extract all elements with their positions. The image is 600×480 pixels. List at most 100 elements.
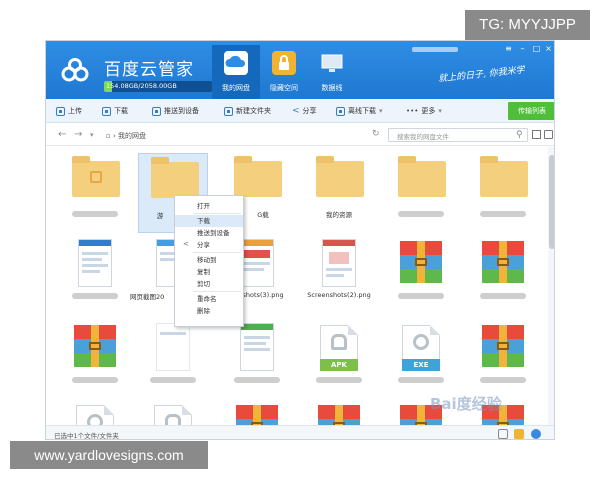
notification-icon[interactable] (514, 429, 524, 439)
tab-hidden-space[interactable]: 隐藏空间 (260, 45, 308, 99)
tab-label: 数据线 (321, 84, 343, 92)
image-thumbnail (322, 239, 356, 287)
folder-item[interactable] (386, 153, 456, 233)
menu-icon[interactable]: ≡ (504, 45, 513, 53)
close-icon[interactable]: × (544, 45, 553, 53)
user-area-blurred[interactable] (406, 45, 551, 57)
image-file-item[interactable] (138, 319, 208, 399)
image-thumbnail (240, 239, 274, 287)
list-view-icon[interactable] (532, 130, 541, 139)
rar-archive-icon (400, 241, 442, 283)
image-thumbnail (78, 239, 112, 287)
search-input[interactable]: 搜索我的网盘文件 ⚲ (388, 128, 528, 142)
download-button[interactable]: 下载 (102, 104, 128, 118)
menu-item-copy[interactable]: 复制 (175, 266, 243, 278)
blurred-caption (72, 377, 118, 383)
offline-download-button[interactable]: 离线下载 ▾ (336, 104, 383, 118)
image-file-item[interactable] (222, 319, 292, 399)
apk-file-item[interactable]: APK (304, 319, 374, 399)
new-folder-icon (224, 106, 233, 116)
file-item[interactable] (138, 399, 208, 425)
exe-file-item[interactable]: EXE (386, 319, 456, 399)
file-item[interactable] (60, 399, 130, 425)
upload-label: 上传 (68, 107, 82, 115)
breadcrumb-item[interactable]: 我的网盘 (118, 132, 146, 140)
more-icon: ••• (406, 107, 419, 115)
image-thumbnail (240, 323, 274, 371)
menu-item-push-to-device[interactable]: 推送到设备 (175, 227, 243, 239)
toolbar: 上传 下载 推送到设备 新建文件夹 < 分享 离线下载 ▾ ••• 更多 ▾ 传输列表 (46, 99, 554, 123)
breadcrumb[interactable]: ▫ › 我的网盘 (106, 131, 146, 141)
image-thumbnail (156, 323, 190, 371)
grid-view-icon[interactable] (498, 429, 508, 439)
address-bar: ← → ▾ ▫ › 我的网盘 ↻ 搜索我的网盘文件 ⚲ (46, 124, 554, 146)
folder-icon (72, 156, 120, 197)
forward-arrow-icon[interactable]: → (74, 129, 82, 140)
push-to-device-button[interactable]: 推送到设备 (152, 104, 199, 118)
chevron-down-icon: ▾ (438, 107, 442, 115)
dropdown-icon[interactable]: ▾ (90, 131, 94, 139)
image-file-item[interactable]: Screenshots(2).png (304, 235, 374, 315)
blurred-caption (480, 211, 526, 217)
tab-data-cable[interactable]: 数据线 (308, 45, 356, 99)
download-label: 下载 (114, 107, 128, 115)
archive-file-item[interactable] (468, 319, 538, 399)
folder-item[interactable]: 我的资源 (304, 153, 374, 233)
tab-label: 我的网盘 (222, 84, 250, 92)
generic-file-icon (76, 405, 114, 425)
offline-download-icon (336, 106, 345, 116)
menu-item-rename[interactable]: 重命名 (175, 293, 243, 305)
menu-item-download[interactable]: 下载 (175, 215, 243, 227)
menu-item-share[interactable]: 分享 (175, 239, 243, 251)
user-status-icon[interactable] (531, 429, 541, 439)
vertical-scrollbar[interactable] (548, 147, 554, 425)
menu-item-delete[interactable]: 删除 (175, 305, 243, 317)
share-label: 分享 (302, 107, 317, 115)
search-placeholder: 搜索我的网盘文件 (397, 133, 449, 141)
archive-file-item[interactable] (222, 399, 292, 425)
blurred-caption (398, 377, 444, 383)
context-menu: 打开 下载 推送到设备 < 分享 移动到 复制 剪切 重命名 删除 (174, 195, 244, 327)
image-file-item[interactable] (60, 235, 130, 315)
menu-item-move-to[interactable]: 移动到 (175, 254, 243, 266)
archive-file-item[interactable] (468, 235, 538, 315)
blurred-caption (480, 293, 526, 299)
maximize-icon[interactable]: □ (532, 45, 541, 53)
rar-archive-icon (74, 325, 116, 367)
new-folder-button[interactable]: 新建文件夹 (224, 104, 271, 118)
minimize-icon[interactable]: – (518, 45, 527, 53)
share-button[interactable]: < 分享 (292, 104, 317, 118)
rar-archive-icon (236, 405, 278, 425)
back-arrow-icon[interactable]: ← (58, 129, 66, 140)
rar-archive-icon (318, 405, 360, 425)
archive-file-item[interactable] (60, 319, 130, 399)
tab-my-drive[interactable]: 我的网盘 (212, 45, 260, 99)
drive-icon: ▫ › (106, 132, 118, 140)
refresh-icon[interactable]: ↻ (372, 129, 380, 139)
status-bar: 已选中1个文件/文件夹 (46, 425, 554, 439)
rar-archive-icon (482, 325, 524, 367)
folder-item[interactable] (468, 153, 538, 233)
apk-file-icon: APK (320, 325, 358, 371)
menu-item-cut[interactable]: 剪切 (175, 278, 243, 290)
blurred-caption (72, 211, 118, 217)
watermark-site: www.yardlovesigns.com (10, 441, 208, 469)
slogan: 就上的日子, 你我米学 (437, 65, 526, 85)
share-icon: < (292, 106, 300, 116)
app-title: 百度云管家 (104, 60, 194, 80)
transfer-list-button[interactable]: 传输列表 (508, 102, 554, 120)
upload-button[interactable]: 上传 (56, 104, 82, 118)
menu-item-open[interactable]: 打开 (175, 200, 243, 212)
baidu-jingyan-watermark: Bai度经验 (430, 395, 502, 413)
folder-item[interactable] (60, 153, 130, 233)
search-icon[interactable]: ⚲ (516, 130, 523, 140)
detail-view-icon[interactable] (544, 130, 553, 139)
push-icon (152, 106, 161, 116)
more-button[interactable]: ••• 更多 ▾ (406, 104, 442, 118)
archive-file-item[interactable] (386, 235, 456, 315)
folder-icon (234, 156, 282, 197)
file-name: Screenshots(2).png (307, 291, 371, 299)
scrollbar-thumb[interactable] (549, 155, 554, 249)
archive-file-item[interactable] (304, 399, 374, 425)
folder-icon (151, 157, 199, 198)
